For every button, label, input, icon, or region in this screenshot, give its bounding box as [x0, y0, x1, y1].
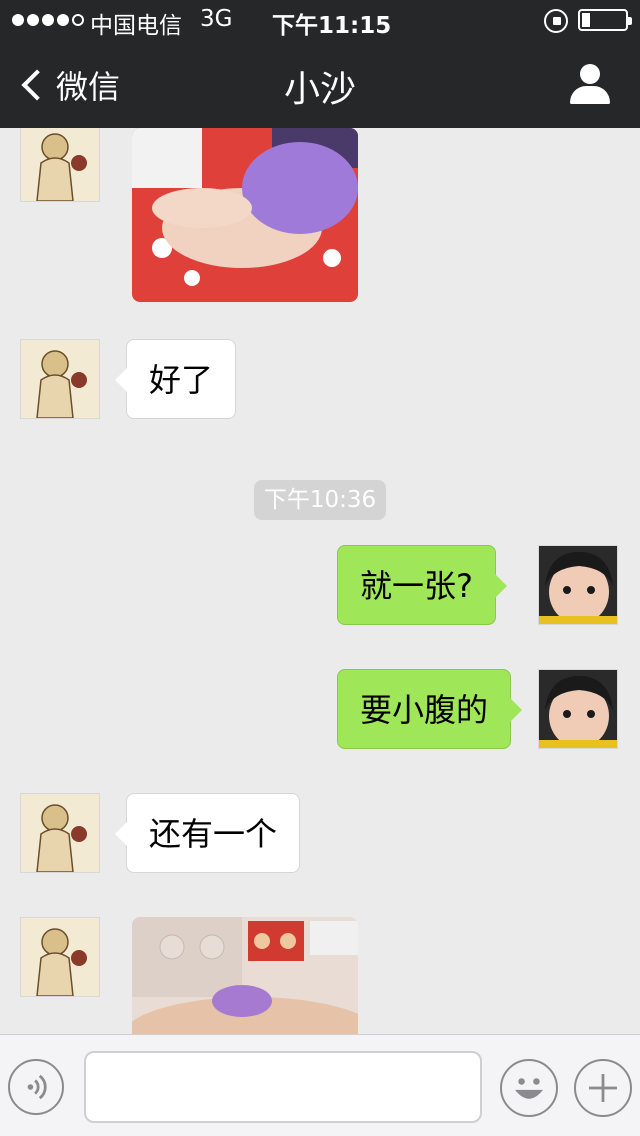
person-head	[580, 64, 600, 84]
contact-avatar[interactable]	[20, 917, 100, 997]
voice-icon	[27, 1074, 47, 1100]
smiley-icon	[515, 1078, 543, 1099]
add-button[interactable]	[574, 1059, 632, 1117]
photo-image	[132, 128, 358, 302]
top-bar: 中国电信 3G 下午11:15 微信 小沙	[0, 0, 640, 128]
avatar-illustration	[21, 340, 99, 418]
signal-dot	[27, 14, 39, 26]
signal-dot	[42, 14, 54, 26]
carrier-label: 中国电信	[90, 13, 182, 39]
contact-avatar[interactable]	[20, 339, 100, 419]
status-bar: 中国电信 3G 下午11:15	[0, 0, 640, 40]
contact-avatar[interactable]	[20, 128, 100, 202]
input-bar	[0, 1034, 640, 1136]
signal-dot	[57, 14, 69, 26]
contact-avatar[interactable]	[20, 793, 100, 873]
avatar-photo	[539, 546, 617, 624]
avatar-illustration	[21, 794, 99, 872]
incoming-photo[interactable]	[132, 128, 358, 302]
my-avatar[interactable]	[538, 669, 618, 749]
status-time: 下午11:15	[272, 13, 392, 39]
incoming-message[interactable]: 好了	[114, 339, 237, 419]
chat-area[interactable]: 好了 下午10:36 就一张? 要小腹的 还有一个	[0, 128, 640, 1034]
incoming-message[interactable]: 还有一个	[114, 793, 301, 873]
avatar-illustration	[21, 128, 99, 201]
outgoing-message[interactable]: 要小腹的	[337, 669, 523, 749]
my-avatar[interactable]	[538, 545, 618, 625]
rotation-lock-icon	[544, 9, 568, 33]
avatar-illustration	[21, 918, 99, 996]
avatar-photo	[539, 670, 617, 748]
signal-dot-empty	[72, 14, 84, 26]
photo-image	[132, 917, 358, 1034]
emoji-button[interactable]	[500, 1059, 558, 1117]
message-input[interactable]	[84, 1051, 482, 1123]
message-timestamp: 下午10:36	[254, 480, 386, 520]
nav-bar: 微信 小沙	[0, 40, 640, 128]
person-shoulders	[570, 86, 610, 104]
incoming-photo[interactable]	[132, 917, 358, 1034]
voice-button[interactable]	[8, 1059, 64, 1115]
plus-icon	[589, 1074, 617, 1102]
signal-dot	[12, 14, 24, 26]
outgoing-message[interactable]: 就一张?	[337, 545, 507, 625]
battery-icon	[578, 9, 632, 31]
signal-icon	[12, 14, 84, 26]
chat-title: 小沙	[283, 69, 356, 110]
network-type: 3G	[200, 6, 233, 32]
person-icon[interactable]	[570, 64, 610, 104]
